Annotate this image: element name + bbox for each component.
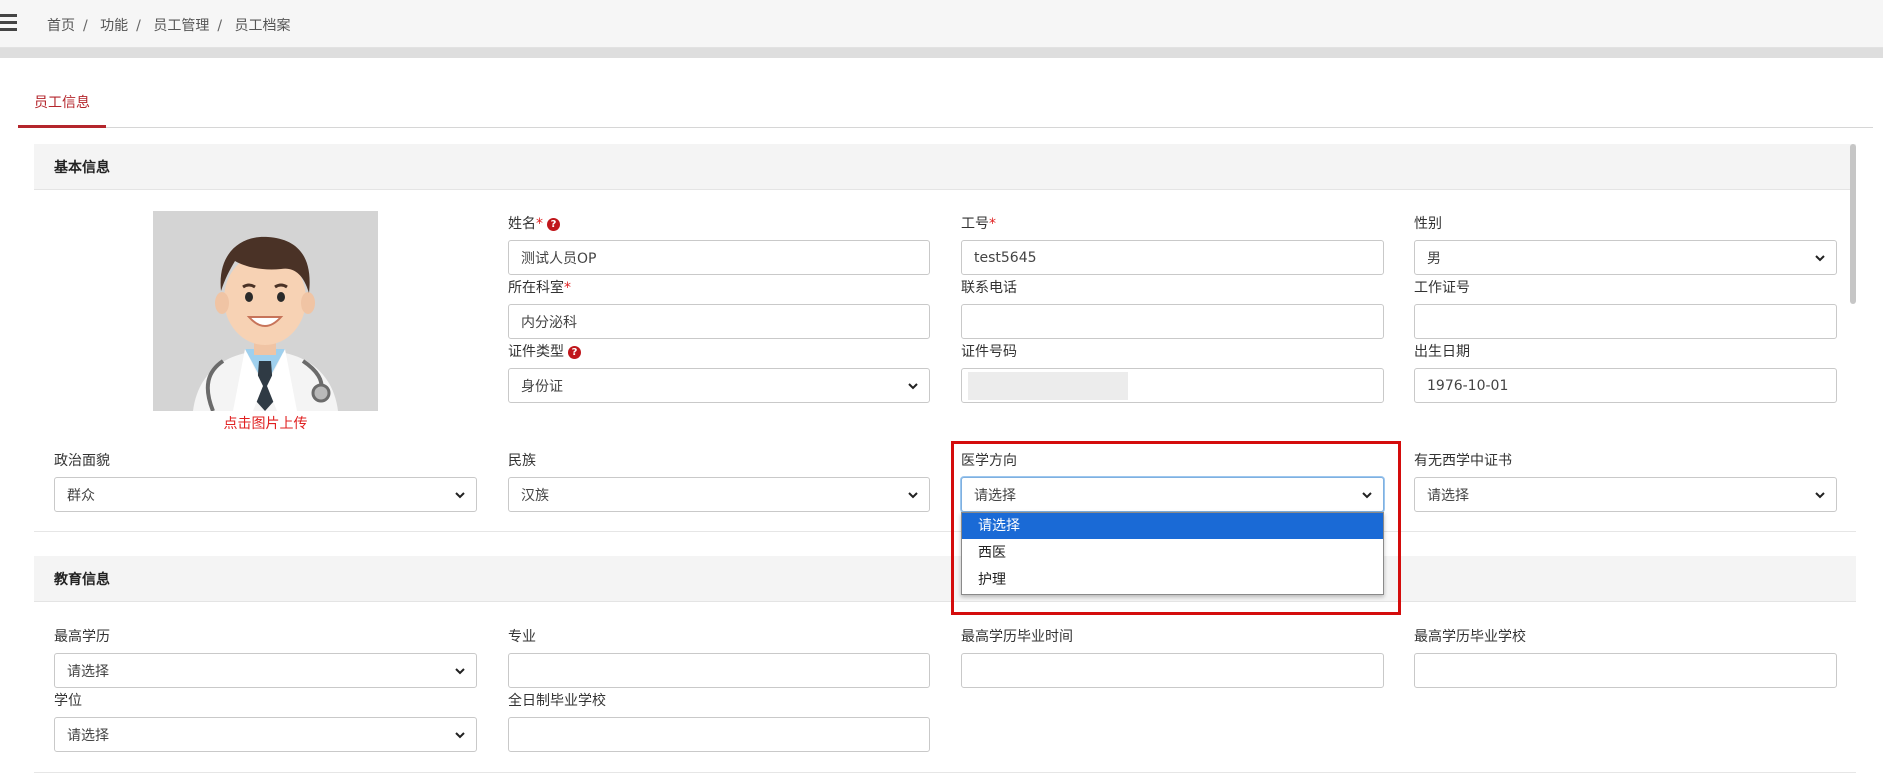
- highest-degree-value: 请选择: [67, 663, 109, 680]
- hamburger-menu-icon[interactable]: [0, 14, 18, 34]
- id-number-input[interactable]: [961, 368, 1384, 403]
- tab-staff-info[interactable]: 员工信息: [18, 78, 106, 128]
- tab-bar: 员工信息: [18, 78, 1873, 128]
- highest-degree-select[interactable]: 请选择: [54, 653, 477, 688]
- employee-no-input[interactable]: test5645: [961, 240, 1384, 275]
- upload-photo-link[interactable]: 点击图片上传: [150, 413, 381, 433]
- vertical-scrollbar[interactable]: [1850, 144, 1856, 304]
- fulltime-school-label: 全日制毕业学校: [508, 693, 606, 709]
- western-cert-value: 请选择: [1427, 487, 1469, 504]
- grad-time-input[interactable]: [961, 653, 1384, 688]
- name-help-icon[interactable]: ?: [547, 218, 560, 231]
- education-info-header: 教育信息: [34, 556, 1856, 602]
- chevron-down-icon: [907, 380, 919, 392]
- political-status-label: 政治面貌: [54, 453, 110, 469]
- political-status-select[interactable]: 群众: [54, 477, 477, 512]
- ethnicity-select[interactable]: 汉族: [508, 477, 930, 512]
- chevron-down-icon: [454, 489, 466, 501]
- highest-degree-label: 最高学历: [54, 629, 110, 645]
- doctor-avatar-icon: [153, 211, 378, 411]
- chevron-down-icon: [1814, 252, 1826, 264]
- breadcrumb-function[interactable]: 功能: [100, 18, 128, 34]
- id-number-label: 证件号码: [961, 344, 1017, 360]
- medical-direction-option[interactable]: 请选择: [962, 513, 1383, 539]
- employee-photo[interactable]: [153, 211, 378, 411]
- western-cert-select[interactable]: 请选择: [1414, 477, 1837, 512]
- id-type-help-icon[interactable]: ?: [568, 346, 581, 359]
- id-type-select[interactable]: 身份证: [508, 368, 930, 403]
- grad-school-label: 最高学历毕业学校: [1414, 629, 1526, 645]
- chevron-down-icon: [454, 729, 466, 741]
- department-label: 所在科室*: [508, 280, 571, 296]
- medical-direction-option[interactable]: 西医: [962, 540, 1383, 566]
- top-shadow-strip: [0, 48, 1883, 58]
- degree-select[interactable]: 请选择: [54, 717, 477, 752]
- basic-info-title: 基本信息: [54, 160, 110, 176]
- name-label: 姓名*?: [508, 213, 560, 233]
- name-input[interactable]: 测试人员OP: [508, 240, 930, 275]
- basic-info-header: 基本信息: [34, 144, 1856, 190]
- id-type-value: 身份证: [521, 378, 563, 395]
- medical-direction-dropdown[interactable]: 请选择 西医 护理: [961, 512, 1384, 595]
- id-type-label: 证件类型?: [508, 341, 581, 361]
- breadcrumb: 首页 / 功能 / 员工管理 / 员工档案: [47, 18, 291, 34]
- grad-time-label: 最高学历毕业时间: [961, 629, 1073, 645]
- chevron-down-icon: [1814, 489, 1826, 501]
- fulltime-school-input[interactable]: [508, 717, 930, 752]
- major-input[interactable]: [508, 653, 930, 688]
- breadcrumb-staff-management[interactable]: 员工管理: [153, 18, 209, 34]
- work-cert-no-input[interactable]: [1414, 304, 1837, 339]
- major-label: 专业: [508, 629, 536, 645]
- work-cert-no-label: 工作证号: [1414, 280, 1470, 296]
- political-status-value: 群众: [67, 487, 95, 504]
- degree-value: 请选择: [67, 727, 109, 744]
- gender-value: 男: [1427, 250, 1441, 267]
- ethnicity-value: 汉族: [521, 487, 549, 504]
- section-divider-bottom: [34, 772, 1856, 773]
- top-bar: 首页 / 功能 / 员工管理 / 员工档案: [0, 0, 1883, 48]
- chevron-down-icon: [907, 489, 919, 501]
- employee-no-label: 工号*: [961, 216, 996, 232]
- grad-school-input[interactable]: [1414, 653, 1837, 688]
- breadcrumb-home[interactable]: 首页: [47, 18, 75, 34]
- ethnicity-label: 民族: [508, 453, 536, 469]
- birth-date-input[interactable]: 1976-10-01: [1414, 368, 1837, 403]
- birth-date-label: 出生日期: [1414, 344, 1470, 360]
- phone-label: 联系电话: [961, 280, 1017, 296]
- redacted-id-number: [968, 372, 1128, 400]
- section-divider: [34, 531, 1856, 532]
- western-cert-label: 有无西学中证书: [1414, 453, 1512, 469]
- degree-label: 学位: [54, 693, 82, 709]
- gender-label: 性别: [1414, 216, 1442, 232]
- medical-direction-option[interactable]: 护理: [962, 567, 1383, 593]
- gender-select[interactable]: 男: [1414, 240, 1837, 275]
- chevron-down-icon: [454, 665, 466, 677]
- breadcrumb-staff-records[interactable]: 员工档案: [235, 18, 291, 34]
- education-info-title: 教育信息: [54, 572, 110, 588]
- phone-input[interactable]: [961, 304, 1384, 339]
- department-input[interactable]: 内分泌科: [508, 304, 930, 339]
